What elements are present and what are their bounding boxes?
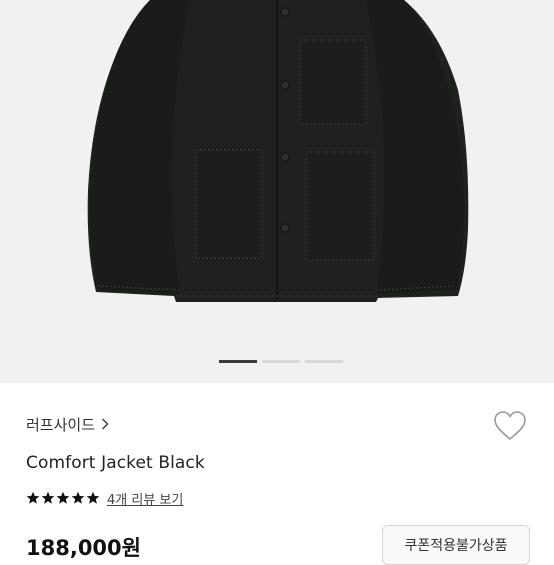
coupon-unavailable-badge: 쿠폰적용불가상품 xyxy=(382,525,530,565)
rating-row: 4개 리뷰 보기 xyxy=(26,489,183,508)
star-icon xyxy=(41,491,55,504)
star-icon xyxy=(56,491,70,504)
product-image-gallery[interactable] xyxy=(0,0,554,383)
brand-name: 러프사이드 xyxy=(26,415,96,434)
product-price: 188,000원 xyxy=(26,536,141,560)
view-reviews-link[interactable]: 4개 리뷰 보기 xyxy=(107,489,183,508)
product-title: Comfort Jacket Black xyxy=(26,453,205,473)
coupon-badge-label: 쿠폰적용불가상품 xyxy=(404,538,508,554)
gallery-indicator-1[interactable] xyxy=(219,360,257,363)
product-image-jacket xyxy=(87,0,469,302)
star-icon xyxy=(26,491,40,504)
star-rating xyxy=(26,491,101,505)
heart-outline-icon[interactable] xyxy=(493,410,527,442)
gallery-indicators[interactable] xyxy=(0,360,554,364)
brand-link[interactable]: 러프사이드 xyxy=(26,414,109,434)
chevron-right-icon xyxy=(101,418,109,430)
star-icon xyxy=(71,491,85,504)
star-icon xyxy=(86,491,100,504)
gallery-indicator-2[interactable] xyxy=(262,360,300,363)
gallery-indicator-3[interactable] xyxy=(305,360,343,363)
